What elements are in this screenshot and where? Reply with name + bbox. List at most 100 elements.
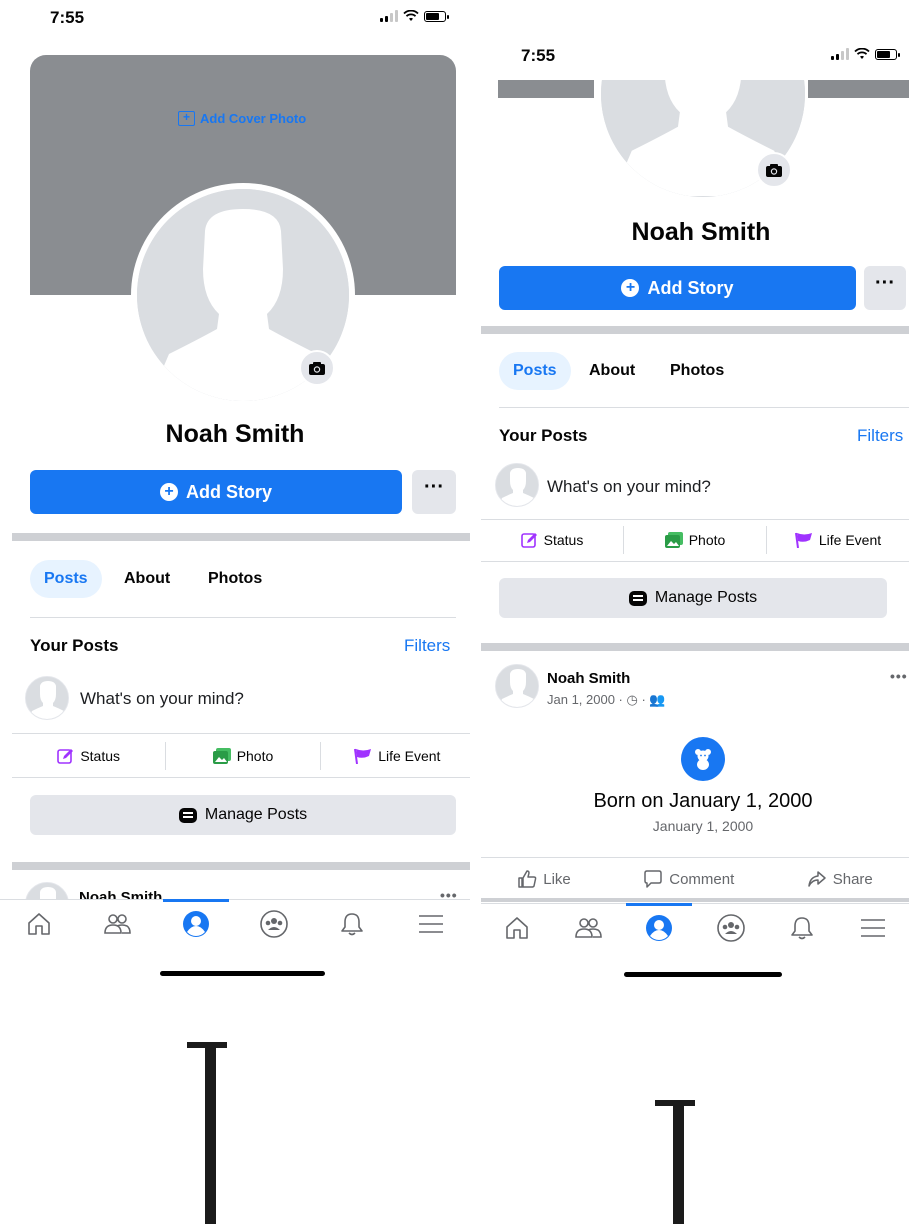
post-avatar[interactable] (495, 664, 539, 708)
composer-separator (12, 733, 470, 734)
comment-icon (644, 870, 662, 888)
add-cover-photo-label: Add Cover Photo (200, 111, 307, 126)
manage-posts-icon (628, 590, 647, 606)
profile-icon[interactable] (626, 902, 693, 943)
life-event-label: Life Event (818, 532, 882, 548)
section-divider (12, 862, 470, 870)
add-photo-icon: + (178, 111, 195, 126)
battery-icon (424, 10, 449, 22)
stand-post-right (673, 1100, 684, 1224)
profile-name: Noah Smith (165, 420, 305, 448)
more-options-button[interactable]: ··· (412, 470, 456, 514)
status-button[interactable]: Status (12, 742, 167, 770)
menu-icon[interactable] (416, 909, 446, 939)
flag-icon (794, 532, 812, 548)
manage-posts-button[interactable]: Manage Posts (499, 578, 887, 618)
photo-label: Photo (236, 748, 274, 764)
like-icon (518, 870, 537, 888)
more-options-button[interactable]: ··· (864, 266, 906, 310)
battery-icon (875, 48, 900, 60)
post-meta: Jan 1, 2000 · ◷ · 👥 (547, 692, 666, 707)
plus-icon: + (159, 483, 178, 501)
share-icon (807, 871, 826, 887)
filters-link[interactable]: Filters (404, 636, 450, 656)
composer-avatar (25, 676, 69, 720)
reactions-separator (481, 857, 909, 858)
bottom-nav (481, 902, 909, 951)
life-event-button[interactable]: Life Event (767, 526, 909, 554)
signal-icon (380, 10, 398, 22)
filters-link[interactable]: Filters (857, 426, 903, 446)
share-label: Share (832, 870, 873, 888)
share-button[interactable]: Share (807, 869, 873, 889)
like-button[interactable]: Like (517, 869, 571, 889)
post-more-icon[interactable]: ••• (890, 668, 908, 684)
flag-icon (354, 748, 372, 764)
post-author-name[interactable]: Noah Smith (547, 670, 630, 687)
camera-icon[interactable] (299, 350, 335, 386)
your-posts-heading: Your Posts (499, 426, 588, 445)
tabs-separator (499, 407, 909, 408)
status-time: 7:55 (50, 8, 85, 27)
edit-icon (57, 748, 74, 764)
composer-actions: Status Photo Life Event (481, 520, 909, 560)
bell-icon[interactable] (787, 913, 817, 943)
comment-label: Comment (669, 870, 735, 888)
friends-icon[interactable] (102, 909, 132, 939)
edit-icon (520, 532, 537, 548)
add-story-label: Add Story (185, 481, 272, 502)
tabs-separator (30, 617, 456, 618)
add-story-label: Add Story (647, 277, 734, 298)
right-screen: 7:55 Noah Smith + Add Story ··· Posts Ab… (481, 0, 909, 990)
life-event-title: Born on January 1, 2000 (593, 790, 813, 812)
person-silhouette-icon (26, 677, 68, 719)
tab-about[interactable]: About (110, 560, 184, 598)
groups-icon[interactable] (259, 909, 289, 939)
person-silhouette-icon (496, 464, 538, 506)
wifi-icon (403, 10, 419, 21)
comment-button[interactable]: Comment (643, 869, 734, 889)
friends-icon[interactable] (573, 913, 603, 943)
home-icon[interactable] (502, 913, 532, 943)
your-posts-heading: Your Posts (30, 636, 119, 655)
add-story-button[interactable]: + Add Story (499, 266, 856, 310)
photo-label: Photo (688, 532, 726, 548)
reaction-bar: Like Comment Share (481, 869, 909, 889)
profile-icon[interactable] (162, 898, 229, 939)
manage-posts-label: Manage Posts (204, 806, 308, 823)
add-cover-photo-button[interactable]: + Add Cover Photo (178, 111, 306, 126)
menu-icon[interactable] (858, 913, 888, 943)
tab-photos[interactable]: Photos (656, 352, 738, 390)
section-divider (481, 326, 909, 334)
groups-icon[interactable] (716, 913, 746, 943)
home-indicator (624, 972, 782, 977)
tab-posts[interactable]: Posts (30, 560, 102, 598)
stand-cap-left (187, 1042, 227, 1048)
person-silhouette-icon (496, 665, 538, 707)
photo-button[interactable]: Photo (166, 742, 321, 770)
status-time: 7:55 (521, 46, 556, 65)
life-event-button[interactable]: Life Event (321, 742, 470, 770)
composer-avatar (495, 463, 539, 507)
manage-posts-icon (178, 807, 197, 823)
composer-actions: Status Photo Life Event (12, 736, 470, 776)
actions-separator (481, 561, 909, 562)
add-story-button[interactable]: + Add Story (30, 470, 402, 514)
status-button[interactable]: Status (481, 526, 624, 554)
tab-photos[interactable]: Photos (194, 560, 276, 598)
wifi-icon (854, 48, 870, 59)
life-event-date: January 1, 2000 (652, 818, 754, 834)
photo-button[interactable]: Photo (624, 526, 767, 554)
tab-posts[interactable]: Posts (499, 352, 571, 390)
composer-input[interactable]: What's on your mind? (547, 477, 711, 497)
composer-input[interactable]: What's on your mind? (80, 689, 244, 709)
section-divider (481, 898, 909, 902)
camera-icon[interactable] (756, 152, 792, 188)
profile-name: Noah Smith (631, 218, 771, 246)
bottom-nav (0, 898, 470, 947)
manage-posts-button[interactable]: Manage Posts (30, 795, 456, 835)
home-icon[interactable] (24, 909, 54, 939)
photo-icon (664, 532, 683, 548)
bell-icon[interactable] (337, 909, 367, 939)
tab-about[interactable]: About (575, 352, 649, 390)
